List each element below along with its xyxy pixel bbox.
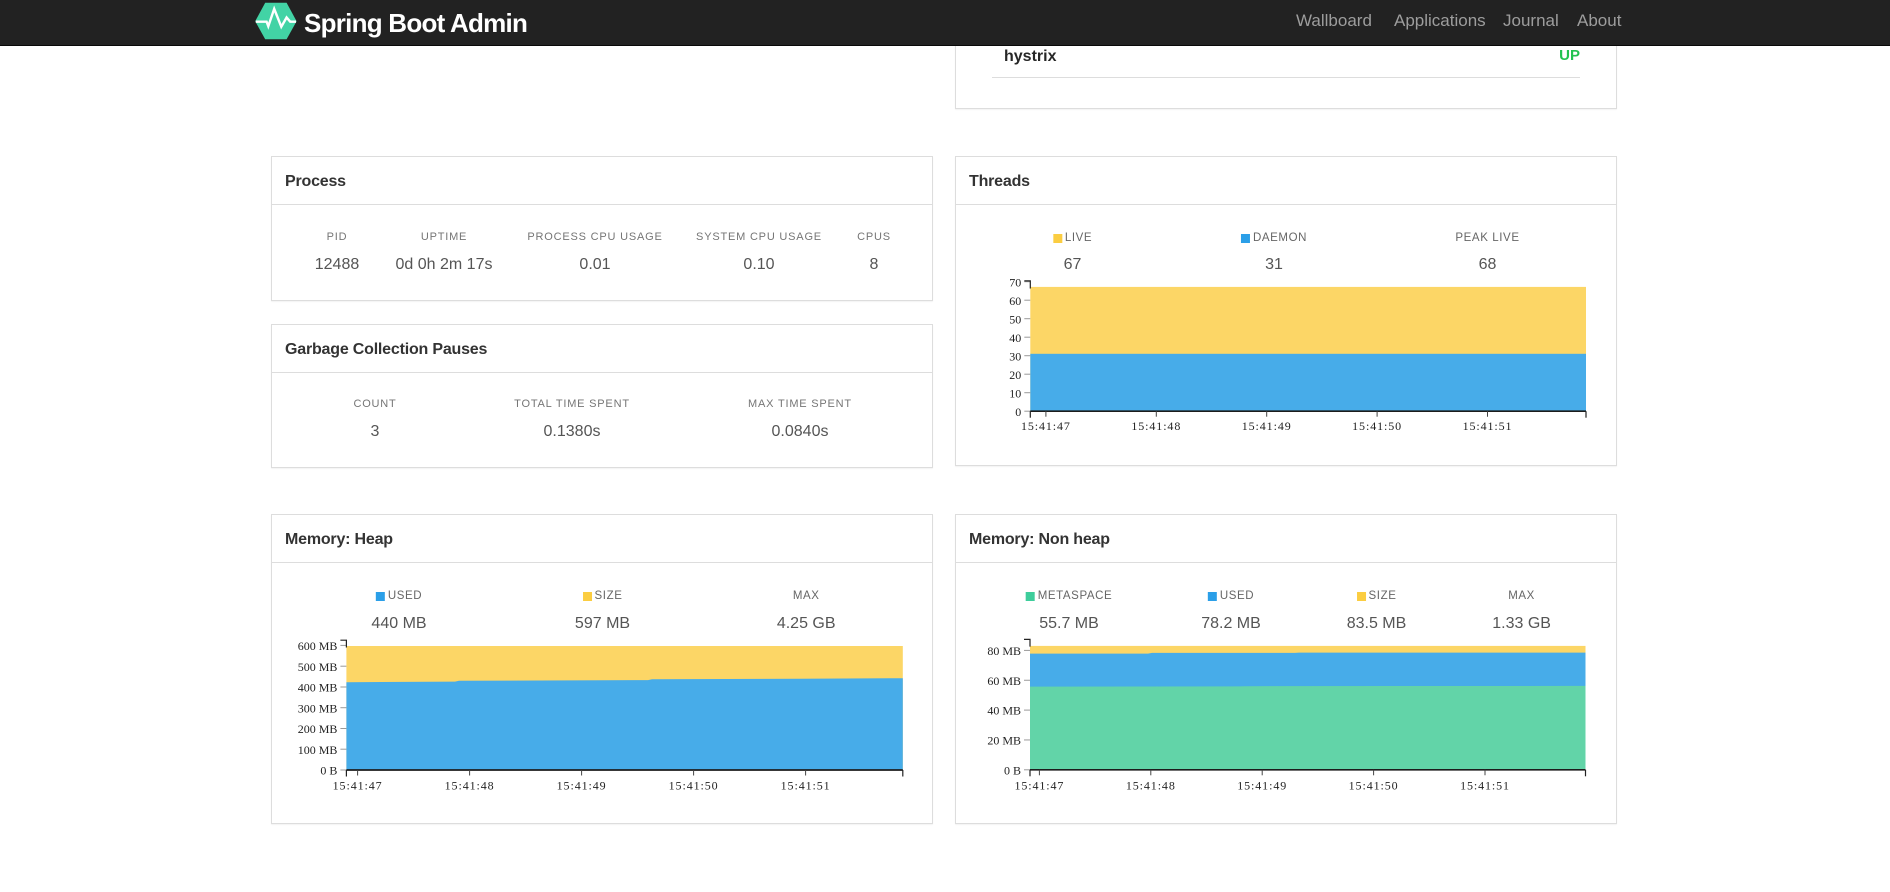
- svg-text:15:41:51: 15:41:51: [781, 779, 831, 793]
- svg-text:300 MB: 300 MB: [298, 701, 338, 715]
- svg-text:50: 50: [1009, 312, 1021, 326]
- svg-text:20 MB: 20 MB: [987, 734, 1021, 748]
- svg-text:15:41:48: 15:41:48: [1126, 778, 1176, 792]
- svg-text:15:41:47: 15:41:47: [1021, 419, 1071, 433]
- svg-text:15:41:50: 15:41:50: [1349, 778, 1399, 792]
- svg-text:15:41:51: 15:41:51: [1463, 419, 1513, 433]
- svg-text:15:41:49: 15:41:49: [1237, 778, 1287, 792]
- svg-text:80 MB: 80 MB: [987, 644, 1021, 658]
- svg-text:15:41:50: 15:41:50: [1352, 419, 1402, 433]
- svg-text:15:41:48: 15:41:48: [445, 779, 495, 793]
- svg-text:600 MB: 600 MB: [298, 639, 338, 653]
- svg-text:20: 20: [1009, 368, 1021, 382]
- svg-text:100 MB: 100 MB: [298, 743, 338, 757]
- svg-text:0 B: 0 B: [1004, 763, 1021, 777]
- svg-text:15:41:48: 15:41:48: [1131, 419, 1181, 433]
- svg-text:15:41:50: 15:41:50: [669, 779, 719, 793]
- svg-text:0 B: 0 B: [320, 764, 337, 778]
- svg-text:10: 10: [1009, 386, 1021, 400]
- svg-text:40 MB: 40 MB: [987, 704, 1021, 718]
- svg-text:15:41:49: 15:41:49: [557, 779, 607, 793]
- svg-text:30: 30: [1009, 349, 1021, 363]
- svg-text:400 MB: 400 MB: [298, 681, 338, 695]
- svg-text:60: 60: [1009, 294, 1021, 308]
- svg-text:40: 40: [1009, 331, 1021, 345]
- svg-text:60 MB: 60 MB: [987, 674, 1021, 688]
- svg-text:500 MB: 500 MB: [298, 660, 338, 674]
- svg-text:15:41:47: 15:41:47: [333, 779, 383, 793]
- svg-text:0: 0: [1015, 405, 1021, 419]
- svg-text:15:41:51: 15:41:51: [1460, 778, 1510, 792]
- svg-text:200 MB: 200 MB: [298, 722, 338, 736]
- svg-text:15:41:47: 15:41:47: [1014, 778, 1064, 792]
- svg-text:15:41:49: 15:41:49: [1242, 419, 1292, 433]
- svg-text:70: 70: [1009, 275, 1021, 289]
